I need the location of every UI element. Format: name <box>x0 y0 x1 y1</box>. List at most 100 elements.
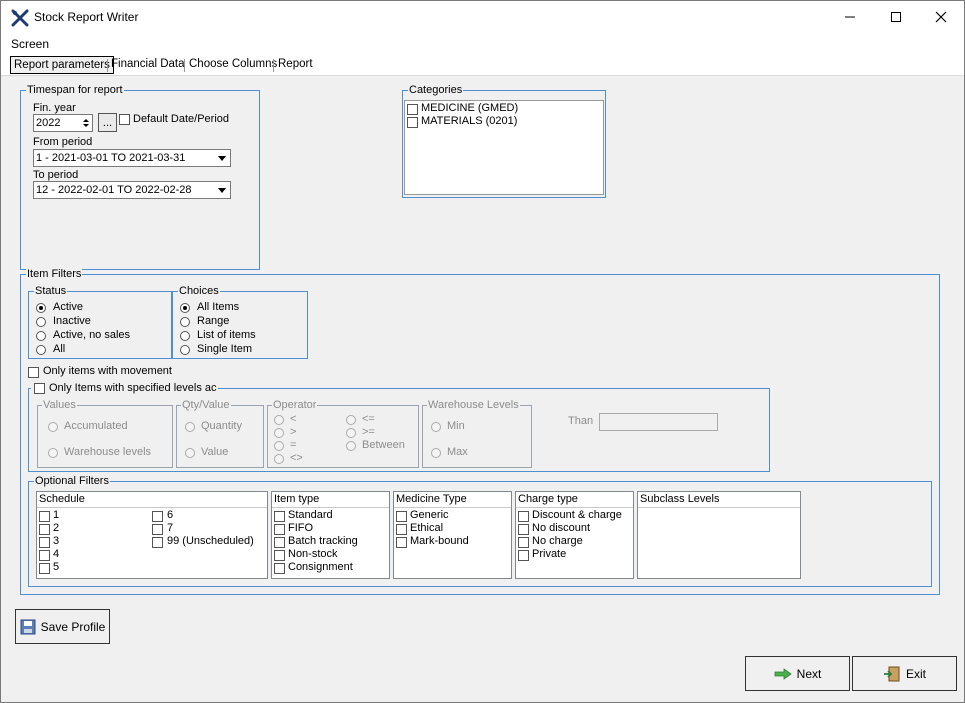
charge-type-item: No discount <box>532 522 591 534</box>
choice-radio-all-items[interactable] <box>180 303 190 313</box>
schedule-checkbox[interactable] <box>39 537 50 548</box>
item-type-checkbox[interactable] <box>274 511 285 522</box>
levels-label: Only Items with specified levels ac <box>49 382 217 394</box>
spinner-arrows-icon[interactable] <box>82 117 90 129</box>
item-type-checkbox[interactable] <box>274 563 285 574</box>
save-profile-button[interactable]: Save Profile <box>15 609 110 644</box>
medicine-type-checkbox[interactable] <box>396 524 407 535</box>
movement-checkbox[interactable] <box>28 367 39 378</box>
status-radio-all[interactable] <box>36 345 46 355</box>
categories-list[interactable]: MEDICINE (GMED) MATERIALS (0201) <box>404 100 604 195</box>
charge-type-checkbox[interactable] <box>518 511 529 522</box>
window-title: Stock Report Writer <box>34 10 139 24</box>
charge-type-checkbox[interactable] <box>518 524 529 535</box>
charge-type-checkbox[interactable] <box>518 550 529 561</box>
qty-radio-quantity[interactable] <box>185 422 195 432</box>
category-item[interactable]: MEDICINE (GMED) <box>421 102 518 114</box>
operator-radio[interactable] <box>274 415 284 425</box>
item-type-list[interactable]: Item type Standard FIFO Batch tracking N… <box>271 491 390 579</box>
item-type-checkbox[interactable] <box>274 537 285 548</box>
tab-report-parameters[interactable]: Report parameters <box>10 56 114 74</box>
to-period-select[interactable]: 12 - 2022-02-01 TO 2022-02-28 <box>33 181 231 199</box>
status-option-label: Active, no sales <box>53 329 131 341</box>
status-option-label: Inactive <box>53 315 91 327</box>
choice-radio-range[interactable] <box>180 317 190 327</box>
schedule-checkbox[interactable] <box>152 524 163 535</box>
values-radio-accumulated[interactable] <box>48 422 58 432</box>
category-checkbox[interactable] <box>407 104 418 115</box>
tab-financial-data[interactable]: Financial Data <box>108 58 188 70</box>
operator-radio[interactable] <box>274 441 284 451</box>
operator-label: > <box>290 426 297 438</box>
schedule-checkbox[interactable] <box>152 511 163 522</box>
maximize-button[interactable] <box>873 1 919 33</box>
than-input[interactable] <box>599 413 718 431</box>
levels-group: Only Items with specified levels ac Valu… <box>28 382 770 472</box>
charge-type-checkbox[interactable] <box>518 537 529 548</box>
item-filters-group: Item Filters Status Active Inactive Acti… <box>20 268 940 595</box>
timespan-group: Timespan for report Fin. year 2022 ... D… <box>20 84 260 270</box>
status-radio-active-no-sales[interactable] <box>36 331 46 341</box>
values-radio-warehouse[interactable] <box>48 448 58 458</box>
operator-radio[interactable] <box>274 428 284 438</box>
item-type-checkbox[interactable] <box>274 524 285 535</box>
qty-option-label: Value <box>201 446 229 458</box>
schedule-list[interactable]: Schedule 1 2 3 4 5 6 7 99 (Unscheduled) <box>36 491 268 579</box>
operator-radio[interactable] <box>346 415 356 425</box>
default-date-checkbox[interactable] <box>119 114 130 125</box>
status-radio-active[interactable] <box>36 303 46 313</box>
medicine-type-list[interactable]: Medicine Type Generic Ethical Mark-bound <box>393 491 512 579</box>
schedule-checkbox[interactable] <box>39 563 50 574</box>
medicine-type-checkbox[interactable] <box>396 511 407 522</box>
from-period-select[interactable]: 1 - 2021-03-01 TO 2021-03-31 <box>33 149 231 167</box>
levels-legend: Only Items with specified levels ac <box>31 382 218 395</box>
warehouse-option-label: Max <box>447 446 468 458</box>
category-item[interactable]: MATERIALS (0201) <box>421 115 517 127</box>
fin-year-spinner[interactable]: 2022 <box>33 114 93 132</box>
warehouse-radio-min[interactable] <box>431 422 441 432</box>
subclass-list[interactable]: Subclass Levels <box>637 491 801 579</box>
qty-option-label: Quantity <box>201 420 242 432</box>
operator-radio[interactable] <box>274 454 284 464</box>
browse-button[interactable]: ... <box>98 113 117 132</box>
qty-radio-value[interactable] <box>185 448 195 458</box>
operator-label: Between <box>362 439 405 451</box>
operator-label: = <box>290 439 297 451</box>
item-type-checkbox[interactable] <box>274 550 285 561</box>
choice-radio-single[interactable] <box>180 345 190 355</box>
schedule-checkbox[interactable] <box>39 550 50 561</box>
subclass-header: Subclass Levels <box>638 492 800 508</box>
medicine-type-checkbox[interactable] <box>396 537 407 548</box>
values-group: Values Accumulated Warehouse levels <box>37 399 173 468</box>
warehouse-radio-max[interactable] <box>431 448 441 458</box>
next-button[interactable]: Next <box>745 656 850 691</box>
categories-legend: Categories <box>408 84 464 97</box>
arrow-right-icon <box>774 667 792 680</box>
values-option-label: Warehouse levels <box>64 446 152 458</box>
choice-option-label: List of items <box>197 329 256 341</box>
chevron-down-icon <box>218 156 226 161</box>
status-radio-inactive[interactable] <box>36 317 46 327</box>
menu-screen[interactable]: Screen <box>11 37 49 51</box>
minimize-icon <box>845 16 855 18</box>
charge-type-list[interactable]: Charge type Discount & charge No discoun… <box>515 491 634 579</box>
operator-radio[interactable] <box>346 428 356 438</box>
choices-group: Choices All Items Range List of items Si… <box>172 285 308 359</box>
schedule-checkbox[interactable] <box>39 511 50 522</box>
operator-radio[interactable] <box>346 441 356 451</box>
category-checkbox[interactable] <box>407 117 418 128</box>
levels-checkbox[interactable] <box>34 383 45 394</box>
choice-radio-list[interactable] <box>180 331 190 341</box>
schedule-checkbox[interactable] <box>152 537 163 548</box>
schedule-checkbox[interactable] <box>39 524 50 535</box>
tab-choose-columns[interactable]: Choose Columns <box>186 58 280 70</box>
minimize-button[interactable] <box>827 1 873 33</box>
timespan-legend: Timespan for report <box>26 84 124 97</box>
status-option-label: All <box>53 343 66 355</box>
item-type-item: FIFO <box>288 522 314 534</box>
charge-type-header: Charge type <box>516 492 633 508</box>
status-group: Status Active Inactive Active, no sales … <box>28 285 172 359</box>
exit-button[interactable]: Exit <box>852 656 957 691</box>
tab-report[interactable]: Report <box>275 58 316 70</box>
close-button[interactable] <box>918 1 964 33</box>
